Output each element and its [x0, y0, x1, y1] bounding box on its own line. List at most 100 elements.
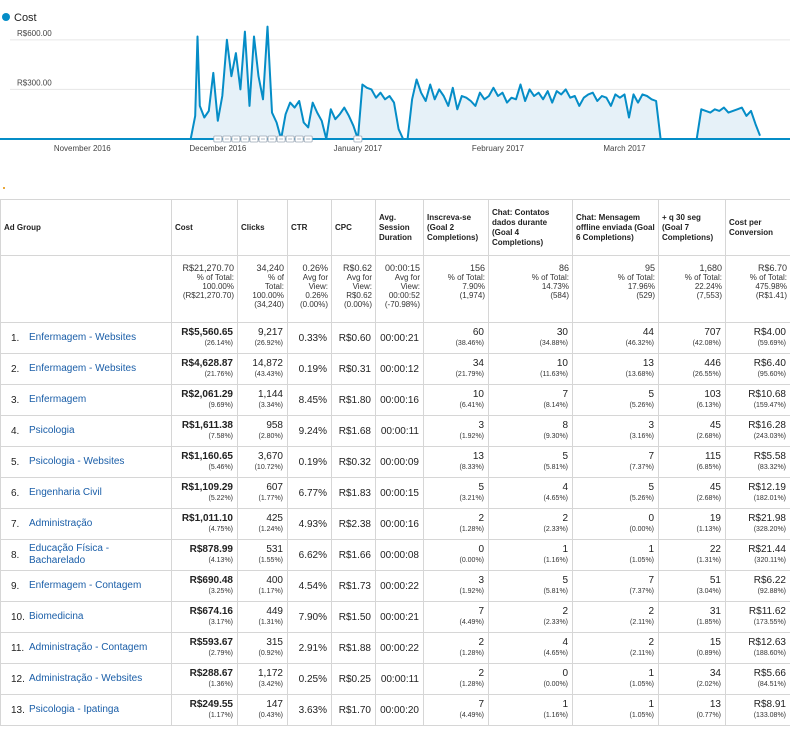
goal7-cell: 707 (42.08%) [658, 322, 726, 354]
annotation-marker[interactable] [303, 135, 313, 143]
ctr-cell: 0.19% [287, 446, 332, 478]
cpc-cell: R$1.80 [331, 384, 376, 416]
col-goal6[interactable]: Chat: Mensagem offline enviada (Goal 6 C… [572, 199, 659, 256]
annotation-marker[interactable] [231, 135, 241, 143]
annotation-marker[interactable] [353, 135, 363, 143]
cost-cell: R$593.67 (2.79%) [171, 632, 238, 664]
cost-per-conversion-cell: R$12.19 (182.01%) [725, 477, 790, 509]
x-axis: November 2016 December 2016 January 2017 Fe… [54, 144, 646, 153]
cost-cell: R$5,560.65 (26.14%) [171, 322, 238, 354]
col-clicks[interactable]: Clicks [237, 199, 288, 256]
table-row: 10. Biomedicina R$674.16 (3.17%) 449 (1.31%) 7… [0, 601, 790, 633]
legend-label[interactable]: Cost [14, 12, 37, 24]
goal6-cell: 2 (2.11%) [572, 632, 659, 664]
avg-session-cell: 00:00:11 [375, 663, 424, 695]
table-row: 8. Educação Física - Bacharelado R$878.99(… [0, 539, 790, 571]
cost-cell: R$4,628.87 (21.76%) [171, 353, 238, 385]
goal4-cell: 10 (11.63%) [488, 353, 573, 385]
clicks-cell: 9,217 (26.92%) [237, 322, 288, 354]
col-goal2[interactable]: Inscreva-se (Goal 2 Completions) [423, 199, 489, 256]
annotation-marker[interactable] [213, 135, 223, 143]
ctr-cell: 0.33% [287, 322, 332, 354]
ctr-cell: 6.77% [287, 477, 332, 509]
ad-group-link[interactable]: Enfermagem - Contagem [29, 580, 141, 592]
col-cost[interactable]: Cost [171, 199, 238, 256]
row-number: 13. [11, 704, 25, 716]
goal4-cell: 2 (2.33%) [488, 601, 573, 633]
ad-group-link[interactable]: Engenharia Civil [29, 487, 102, 499]
col-ctr[interactable]: CTR [287, 199, 332, 256]
ad-group-link[interactable]: Administração [29, 518, 92, 530]
clicks-cell: 425 (1.24%) [237, 508, 288, 540]
ctr-cell: 9.24% [287, 415, 332, 447]
row-number: 5. [11, 456, 20, 468]
goal2-cell: 7 (4.49%) [423, 694, 489, 726]
total-clicks: 34,240% of Total: 100.00% (34,240) [237, 255, 288, 323]
ad-group-link[interactable]: Psicologia [29, 425, 75, 437]
goal2-cell: 2 (1.28%) [423, 632, 489, 664]
cpc-cell: R$1.50 [331, 601, 376, 633]
cost-per-conversion-cell: R$12.63 (188.60%) [725, 632, 790, 664]
avg-session-cell: 00:00:08 [375, 539, 424, 571]
goal2-cell: 3 (1.92%) [423, 415, 489, 447]
ad-group-link[interactable]: Psicologia - Ipatinga [29, 704, 119, 716]
annotation-marker[interactable] [249, 135, 259, 143]
goal4-cell: 1 (1.16%) [488, 694, 573, 726]
annotation-marker[interactable] [258, 135, 268, 143]
col-goal4[interactable]: Chat: Contatos dados durante (Goal 4 Com… [488, 199, 573, 256]
total-goal6: 95% of Total: 17.96% (529) [572, 255, 659, 323]
row-number: 10. [11, 611, 25, 623]
annotation-marker[interactable] [240, 135, 250, 143]
clicks-cell: 400 (1.17%) [237, 570, 288, 602]
total-goal4: 86% of Total: 14.73% (584) [488, 255, 573, 323]
annotation-marker[interactable] [267, 135, 277, 143]
cost-per-conversion-cell: R$5.66 (84.51%) [725, 663, 790, 695]
ad-group-link[interactable]: Administração - Contagem [29, 642, 147, 654]
cost-cell: R$1,611.38 (7.58%) [171, 415, 238, 447]
legend-swatch [2, 13, 10, 21]
ad-group-cell: 2. Enfermagem - Websites [0, 353, 172, 385]
ad-group-link[interactable]: Administração - Websites [29, 673, 142, 685]
cost-cell: R$674.16 (3.17%) [171, 601, 238, 633]
table-row: 6. Engenharia Civil R$1,109.29 (5.22%) 607 (1… [0, 477, 790, 509]
table-row: 13. Psicologia - Ipatinga R$249.55 (1.17%) 1… [0, 694, 790, 726]
goal6-cell: 13 (13.68%) [572, 353, 659, 385]
col-avg-session[interactable]: Avg. Session Duration [375, 199, 424, 256]
cpc-cell: R$0.31 [331, 353, 376, 385]
x-tick-label: March 2017 [603, 144, 646, 153]
x-tick-label: February 2017 [472, 144, 525, 153]
goal6-cell: 5 (5.26%) [572, 477, 659, 509]
col-ad-group[interactable]: Ad Group [0, 199, 172, 256]
cpc-cell: R$0.60 [331, 322, 376, 354]
annotation-marker[interactable] [294, 135, 304, 143]
goal7-cell: 15 (0.89%) [658, 632, 726, 664]
table-row: 11. Administração - Contagem R$593.67 (2.79… [0, 632, 790, 664]
ad-group-link[interactable]: Biomedicina [29, 611, 83, 623]
col-cost-per-conversion[interactable]: Cost per Conversion [725, 199, 790, 256]
ctr-cell: 6.62% [287, 539, 332, 571]
goal4-cell: 5 (5.81%) [488, 446, 573, 478]
row-number: 3. [11, 394, 20, 406]
ad-group-cell: 6. Engenharia Civil [0, 477, 172, 509]
annotation-marker[interactable] [285, 135, 295, 143]
ad-group-link[interactable]: Psicologia - Websites [29, 456, 124, 468]
row-number: 8. [11, 549, 20, 561]
ad-group-cell: 3. Enfermagem [0, 384, 172, 416]
goal7-cell: 22 (1.31%) [658, 539, 726, 571]
goal2-cell: 0 (0.00%) [423, 539, 489, 571]
goal4-cell: 30 (34.88%) [488, 322, 573, 354]
goal6-cell: 3 (3.16%) [572, 415, 659, 447]
annotation-marker[interactable] [276, 135, 286, 143]
goal6-cell: 1 (1.05%) [572, 539, 659, 571]
goal6-cell: 0 (0.00%) [572, 508, 659, 540]
goal7-cell: 19 (1.13%) [658, 508, 726, 540]
col-cpc[interactable]: CPC [331, 199, 376, 256]
ad-group-link[interactable]: Enfermagem - Websites [29, 363, 136, 375]
ad-group-link[interactable]: Educação Física - Bacharelado [29, 543, 139, 567]
table-row: 4. Psicologia R$1,611.38 (7.58%) 958 (2.80%) 9… [0, 415, 790, 447]
total-cost: R$21,270.70% of Total: 100.00% (R$21,270.7… [171, 255, 238, 323]
annotation-marker[interactable] [222, 135, 232, 143]
ad-group-link[interactable]: Enfermagem [29, 394, 86, 406]
ad-group-link[interactable]: Enfermagem - Websites [29, 332, 136, 344]
col-goal7[interactable]: + q 30 seg (Goal 7 Completions) [658, 199, 726, 256]
